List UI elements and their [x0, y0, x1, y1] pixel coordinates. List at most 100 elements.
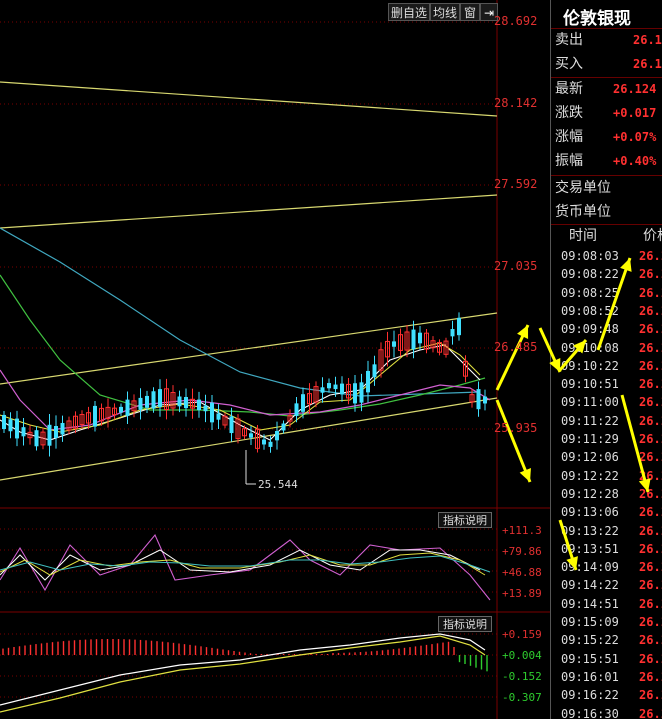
tick-price: 26.1	[639, 688, 662, 703]
tick-time: 09:16:22	[561, 688, 619, 703]
candle-body	[151, 391, 156, 409]
candle-body	[21, 427, 26, 437]
tick-time: 09:16:01	[561, 669, 619, 684]
latest-label: 最新	[555, 81, 583, 97]
candle-body	[93, 405, 97, 427]
candle-body	[210, 402, 214, 423]
tick-price: 26.1	[639, 633, 662, 648]
candle-body	[359, 382, 364, 403]
price-column-header: 价格	[643, 228, 662, 244]
candle-body	[184, 397, 188, 409]
candle-body	[15, 418, 19, 439]
amplitude-label: 振幅	[555, 153, 583, 169]
change-value: +0.017	[613, 106, 657, 120]
tick-header: 时间 价格	[551, 224, 662, 248]
trade-unit-row: 交易单位	[551, 176, 662, 200]
buy-value: 26.1	[633, 57, 662, 71]
tick-row: 09:08:22 26.1	[551, 265, 662, 283]
kline-chart[interactable]: 删自选 均线 窗 ⇥ 28.692 28.142 27.592 27.035 2…	[0, 0, 550, 719]
trend-line	[0, 397, 498, 481]
tick-time: 09:13:06	[561, 505, 619, 520]
change-row: 涨跌 +0.017	[551, 101, 662, 125]
tick-time: 09:09:48	[561, 322, 619, 337]
tick-row: 09:12:22 26.1	[551, 467, 662, 485]
tick-row: 09:10:08 26.1	[551, 339, 662, 357]
candle-body	[60, 422, 65, 435]
tick-price: 26.1	[639, 303, 662, 318]
candle-body	[8, 419, 13, 432]
pct-label: 涨幅	[555, 129, 583, 145]
candle-body	[483, 396, 487, 404]
candle-body	[34, 430, 39, 447]
quote-panel: 伦敦银现 卖出 26.1 买入 26.1 最新 26.124 涨跌 +0.017…	[550, 0, 662, 719]
candle-body	[327, 383, 331, 389]
tick-price: 26.1	[639, 486, 662, 501]
currency-unit-label: 货币单位	[555, 204, 611, 220]
tick-time: 09:15:09	[561, 615, 619, 629]
candle-body	[301, 394, 305, 412]
sell-value: 26.1	[633, 33, 662, 47]
tick-time: 09:13:51	[561, 541, 619, 556]
candle-body	[476, 389, 481, 410]
tick-row: 09:15:51 26.1	[551, 650, 662, 668]
indicator-help-button[interactable]: 指标说明	[438, 616, 492, 632]
tick-price: 26.1	[639, 249, 662, 263]
candle-body	[392, 341, 396, 347]
instrument-title: 伦敦银现	[563, 9, 631, 29]
tick-row: 09:14:09 26.1	[551, 558, 662, 576]
tick-price: 26.1	[639, 541, 662, 556]
tick-time: 09:15:22	[561, 633, 619, 648]
candle-body	[275, 431, 279, 441]
tick-row: 09:16:30 26.1	[551, 705, 662, 719]
candle-body	[158, 389, 162, 407]
tick-price: 26.1	[639, 450, 662, 465]
trade-unit-label: 交易单位	[555, 180, 611, 196]
candle-body	[262, 439, 266, 445]
tick-row: 09:15:22 26.1	[551, 631, 662, 649]
tick-row: 09:08:25 26.1	[551, 284, 662, 302]
tick-price: 26.1	[639, 285, 662, 300]
macd-line	[0, 635, 486, 713]
indicator-axis-label: +46.88	[502, 566, 542, 579]
candle-body	[411, 329, 416, 350]
tick-row: 09:13:06 26.1	[551, 503, 662, 521]
tick-time: 09:08:22	[561, 267, 619, 282]
pct-value: +0.07%	[613, 130, 657, 144]
delete-watchlist-button[interactable]: 删自选	[388, 3, 430, 21]
candle-body	[268, 441, 273, 447]
moving-average-button[interactable]: 均线	[430, 3, 460, 21]
tick-row: 09:14:51 26.1	[551, 595, 662, 613]
candle-body	[333, 384, 338, 390]
tick-row: 09:14:22 26.1	[551, 576, 662, 594]
amplitude-row: 振幅 +0.40%	[551, 149, 662, 173]
latest-value: 26.124	[613, 82, 657, 96]
candle-body	[457, 317, 461, 336]
tick-price: 26.1	[639, 432, 662, 446]
tick-row: 09:16:22 26.1	[551, 686, 662, 704]
tick-row: 09:15:09 26.1	[551, 613, 662, 631]
tick-time: 09:11:29	[561, 432, 619, 446]
tick-price: 26.1	[639, 596, 662, 611]
tick-time: 09:13:22	[561, 523, 619, 538]
tick-price: 26.1	[639, 578, 662, 593]
candle-body	[294, 403, 299, 416]
tick-row: 09:12:06 26.1	[551, 448, 662, 466]
candle-body	[320, 387, 325, 393]
tick-row: 09:13:22 26.1	[551, 522, 662, 540]
indicator-help-button[interactable]: 指标说明	[438, 512, 492, 528]
price-axis-label: 28.142	[494, 96, 538, 110]
trend-line	[0, 194, 498, 229]
candle-body	[353, 383, 357, 404]
tick-row: 09:10:22 26.1	[551, 357, 662, 375]
tick-time: 09:12:22	[561, 468, 619, 483]
tick-price: 26.1	[639, 615, 662, 629]
tick-row: 09:12:28 26.1	[551, 485, 662, 503]
window-button[interactable]: 窗	[460, 3, 480, 21]
change-label: 涨跌	[555, 105, 583, 121]
price-axis-label: 26.485	[494, 340, 538, 354]
tick-price: 26.1	[639, 651, 662, 666]
price-axis-label: 28.692	[494, 14, 538, 28]
chart-canvas[interactable]	[0, 0, 550, 719]
macd-axis-label: -0.152	[502, 670, 542, 683]
amplitude-value: +0.40%	[613, 154, 657, 168]
